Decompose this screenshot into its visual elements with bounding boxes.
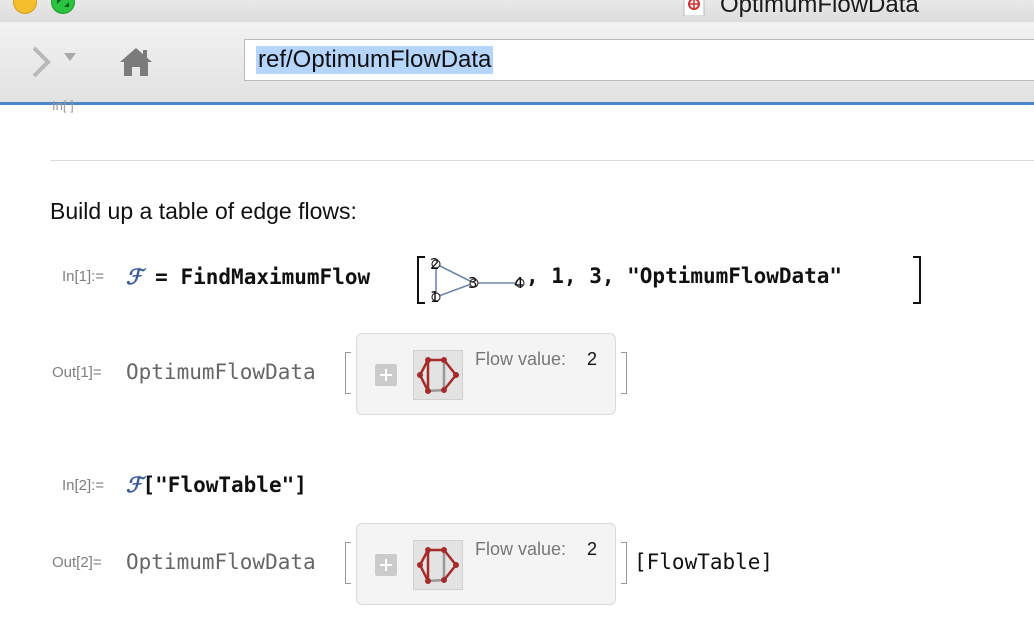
partial-cell-label: In[ ] xyxy=(52,98,74,113)
document-icon xyxy=(683,0,705,16)
plus-icon[interactable] xyxy=(375,554,397,576)
out2-label: Out[2]= xyxy=(52,554,102,571)
plus-icon[interactable] xyxy=(375,364,397,386)
section-text: Build up a table of edge flows: xyxy=(50,198,357,224)
summary-box[interactable]: Flow value: 2 xyxy=(356,523,616,605)
address-text: ref/OptimumFlowData xyxy=(256,46,494,74)
minimize-button[interactable] xyxy=(13,0,37,14)
zoom-button[interactable] xyxy=(51,0,75,14)
home-icon[interactable] xyxy=(118,46,154,78)
right-bracket xyxy=(913,256,921,304)
vertex-label: 3 xyxy=(468,274,478,292)
right-bracket xyxy=(621,542,627,584)
summary-box[interactable]: Flow value: 2 xyxy=(356,333,616,415)
in2-code[interactable]: ℱ["FlowTable"] xyxy=(126,472,307,497)
right-bracket xyxy=(621,352,627,394)
in2-argument: ["FlowTable"] xyxy=(142,473,307,497)
left-bracket xyxy=(345,542,351,584)
out1-label: Out[1]= xyxy=(52,364,102,381)
in1-code[interactable]: ℱ = FindMaximumFlow xyxy=(126,264,370,289)
flow-value: 2 xyxy=(587,349,598,369)
out2-suffix: [FlowTable] xyxy=(634,550,774,574)
section-divider xyxy=(50,160,1034,161)
vertex-label: 2 xyxy=(430,255,440,273)
window-title: OptimumFlowData xyxy=(720,0,919,18)
vertex-label: 1 xyxy=(430,288,440,304)
flow-value-label: Flow value: xyxy=(475,349,567,369)
out1-head: OptimumFlowData xyxy=(126,360,316,384)
flow-graph-thumbnail xyxy=(413,540,463,590)
args-text: , 1, 3, "OptimumFlowData" xyxy=(526,264,843,288)
flow-symbol: ℱ xyxy=(126,264,143,289)
assign-operator: = xyxy=(155,265,168,289)
out2-head: OptimumFlowData xyxy=(126,550,316,574)
left-bracket xyxy=(345,352,351,394)
address-field[interactable]: ref/OptimumFlowData xyxy=(244,39,1034,81)
in2-label: In[2]:= xyxy=(62,477,105,494)
function-name: FindMaximumFlow xyxy=(180,265,371,289)
flow-symbol: ℱ xyxy=(126,472,143,497)
forward-arrow-icon[interactable] xyxy=(30,46,54,78)
flow-value-label: Flow value: xyxy=(475,539,567,559)
in1-args[interactable]: , 1, 3, "OptimumFlowData" xyxy=(526,264,842,288)
title-bar: OptimumFlowData xyxy=(0,0,1034,22)
flow-graph-thumbnail xyxy=(413,350,463,400)
vertex-label: 4 xyxy=(514,274,524,292)
zoom-icon xyxy=(57,0,69,7)
flow-value: 2 xyxy=(587,539,598,559)
chevron-down-icon[interactable] xyxy=(64,53,76,61)
graph-icon[interactable]: 2 1 3 4 xyxy=(424,254,534,304)
in1-label: In[1]:= xyxy=(62,268,105,285)
